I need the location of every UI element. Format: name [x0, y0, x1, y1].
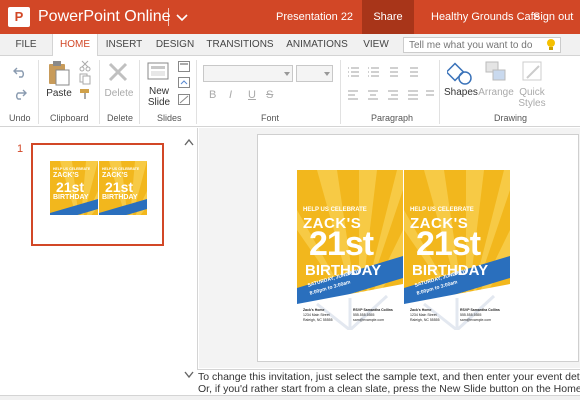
address-right-2: 555.555.5555	[460, 313, 482, 317]
address-left-2: 1234 Main Street	[303, 313, 330, 317]
quick-styles-icon[interactable]	[521, 60, 545, 84]
ribbon-separator	[139, 60, 140, 124]
scroll-down-icon[interactable]	[184, 371, 194, 379]
delete-button[interactable]: Delete	[103, 88, 135, 100]
chevron-down-icon[interactable]	[175, 10, 189, 24]
group-label-delete: Delete	[107, 113, 134, 123]
shapes-icon[interactable]	[447, 60, 473, 86]
ribbon-separator	[99, 60, 100, 124]
group-label-undo: Undo	[9, 113, 31, 123]
tab-home[interactable]: HOME	[52, 34, 98, 57]
italic-button[interactable]: I	[229, 89, 232, 101]
thumb-text-line1: HELP US CELEBRATE	[53, 167, 91, 171]
address-right-3: sam@example.com	[353, 318, 384, 322]
address-left-3: Raleigh, NC 55555	[410, 318, 440, 322]
share-button[interactable]: Share	[362, 0, 414, 34]
invitation-card-left[interactable]: HELP US CELEBRATE ZACK'S 21st BIRTHDAY S…	[297, 170, 403, 330]
group-label-drawing: Drawing	[494, 113, 528, 123]
tab-insert[interactable]: INSERT	[102, 34, 146, 56]
thumb-text-line2: ZACK'S	[53, 172, 79, 179]
title-bar: P PowerPoint Online Presentation 22 Shar…	[0, 0, 580, 34]
tell-me-input[interactable]	[403, 37, 561, 53]
group-label-font: Font	[261, 113, 280, 123]
invite-line1: HELP US CELEBRATE	[410, 207, 474, 213]
group-label-slides: Slides	[157, 113, 182, 123]
address-right-3: sam@example.com	[460, 318, 491, 322]
shapes-button[interactable]: Shapes	[444, 87, 478, 99]
tab-design[interactable]: DESIGN	[152, 34, 198, 56]
new-slide-icon[interactable]	[147, 60, 169, 82]
delete-icon[interactable]	[107, 61, 129, 83]
ribbon-separator	[196, 60, 197, 124]
ribbon-separator	[340, 60, 341, 124]
list-buttons-icon[interactable]	[346, 66, 436, 78]
notes-line-2: Or, if you'd rather start from a clean s…	[198, 383, 580, 395]
new-slide-label-2[interactable]: Slide	[145, 97, 173, 109]
slide-number: 1	[17, 143, 24, 155]
ribbon-separator	[38, 60, 39, 124]
slide-thumbnail[interactable]: HELP US CELEBRATE ZACK'S 21st BIRTHDAY H…	[31, 143, 164, 246]
thumb-text-line2: ZACK'S	[102, 172, 128, 179]
hide-slide-icon[interactable]	[178, 94, 190, 105]
quick-styles-label-2[interactable]: Styles	[515, 98, 549, 110]
sign-out-link[interactable]: Sign out	[533, 10, 573, 24]
bold-button[interactable]: B	[209, 89, 216, 101]
address-right-1: RSVP Samantha Collins	[353, 308, 393, 312]
invitation-card-right[interactable]: HELP US CELEBRATE ZACK'S 21st BIRTHDAY S…	[404, 170, 510, 330]
copy-icon[interactable]	[79, 73, 91, 85]
underline-button[interactable]: U	[248, 89, 256, 101]
thumb-text-line3: 21st	[105, 179, 134, 195]
document-name[interactable]: Presentation 22	[276, 10, 353, 24]
format-painter-icon[interactable]	[79, 88, 91, 100]
layout-icon[interactable]	[178, 61, 190, 72]
align-buttons-icon[interactable]	[346, 89, 436, 101]
tab-file[interactable]: FILE	[8, 34, 44, 56]
tab-transitions[interactable]: TRANSITIONS	[206, 34, 274, 56]
address-left-1: Zack's Home	[410, 308, 432, 312]
scroll-up-icon[interactable]	[184, 138, 194, 146]
tab-view[interactable]: VIEW	[360, 34, 392, 56]
thumb-text-line3: 21st	[56, 179, 85, 195]
notes-line-1: To change this invitation, just select t…	[198, 371, 580, 383]
invitation-card-thumb: HELP US CELEBRATE ZACK'S 21st BIRTHDAY	[99, 161, 147, 229]
address-right-2: 555.555.5555	[353, 313, 375, 317]
group-label-clipboard: Clipboard	[50, 113, 89, 123]
invite-line1: HELP US CELEBRATE	[303, 207, 367, 213]
app-name[interactable]: PowerPoint Online	[38, 7, 171, 27]
status-bar	[0, 395, 580, 400]
font-size-dropdown[interactable]	[296, 65, 333, 82]
address-right-1: RSVP Samantha Collins	[460, 308, 500, 312]
address-left-1: Zack's Home	[303, 308, 325, 312]
user-name[interactable]: Healthy Grounds Cafe	[431, 10, 540, 24]
reset-icon[interactable]	[178, 77, 190, 88]
paste-button[interactable]: Paste	[44, 88, 74, 100]
title-divider	[168, 8, 169, 26]
lightbulb-icon	[547, 39, 555, 50]
address-left-3: Raleigh, NC 55555	[303, 318, 333, 322]
thumb-text-line4: BIRTHDAY	[102, 194, 138, 201]
font-name-dropdown[interactable]	[203, 65, 293, 82]
strikethrough-button[interactable]: S	[266, 89, 273, 101]
thumb-text-line1: HELP US CELEBRATE	[102, 167, 140, 171]
redo-icon[interactable]	[13, 88, 27, 100]
thumb-text-line4: BIRTHDAY	[53, 194, 89, 201]
address-left-2: 1234 Main Street	[410, 313, 437, 317]
invite-line3: 21st	[309, 225, 374, 263]
cut-icon[interactable]	[79, 60, 91, 72]
invite-line3: 21st	[416, 225, 481, 263]
arrange-icon[interactable]	[484, 60, 508, 84]
tab-animations[interactable]: ANIMATIONS	[284, 34, 350, 56]
app-logo-icon[interactable]: P	[8, 7, 30, 27]
invitation-card-thumb: HELP US CELEBRATE ZACK'S 21st BIRTHDAY	[50, 161, 98, 229]
group-label-paragraph: Paragraph	[371, 113, 414, 123]
paste-icon[interactable]	[47, 60, 71, 86]
slide-canvas[interactable]: HELP US CELEBRATE ZACK'S 21st BIRTHDAY S…	[257, 134, 579, 362]
ribbon-separator	[439, 60, 440, 124]
undo-icon[interactable]	[13, 66, 27, 78]
arrange-button[interactable]: Arrange	[477, 87, 515, 99]
